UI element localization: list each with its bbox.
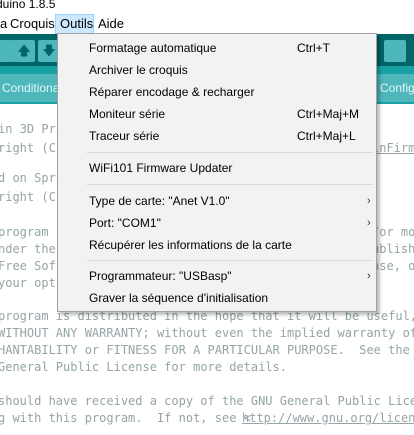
menu-item-archiver-le-croquis[interactable]: Archiver le croquis <box>58 59 376 81</box>
menu-item-recuperer-informations-carte[interactable]: Récupérer les informations de la carte <box>58 234 376 256</box>
code-line-fragment: nse, o <box>372 259 414 273</box>
code-line-fragment: ublish <box>372 242 414 256</box>
menu-item-graver-sequence-initialisation[interactable]: Graver la séquence d'initialisation <box>58 287 376 309</box>
menu-aide[interactable]: Aide <box>94 14 128 34</box>
menu-item-label: Récupérer les informations de la carte <box>89 238 292 252</box>
submenu-arrow-icon: › <box>367 270 371 282</box>
menu-item-label: Réparer encodage & recharger <box>89 85 255 99</box>
submenu-arrow-icon: › <box>367 217 371 229</box>
tab-config[interactable]: Config <box>374 74 414 102</box>
menu-item-label: Archiver le croquis <box>89 63 188 77</box>
menu-item-shortcut: Ctrl+Maj+M <box>297 107 360 121</box>
menu-croquis[interactable]: Croquis <box>6 14 59 34</box>
menu-item-traceur-serie[interactable]: Traceur série Ctrl+Maj+L <box>58 125 376 147</box>
menu-separator <box>87 260 373 261</box>
code-line: WITHOUT ANY WARRANTY; without even the i… <box>0 326 414 340</box>
code-line: g with this program. If not, see < <box>0 411 251 425</box>
menu-item-formatage-automatique[interactable]: Formatage automatique Ctrl+T <box>58 37 376 59</box>
submenu-arrow-icon: › <box>367 195 371 207</box>
menu-separator <box>87 184 373 185</box>
menu-item-label: Traceur série <box>89 129 160 143</box>
menu-separator <box>87 152 373 153</box>
code-line: your opt <box>0 276 56 290</box>
window-title-bar: duino 1.8.5 <box>0 0 414 14</box>
menu-item-label: Moniteur série <box>89 107 166 121</box>
code-line: right (C <box>0 190 56 204</box>
menu-item-reparer-encodage[interactable]: Réparer encodage & recharger <box>58 81 376 103</box>
code-line: in 3D Pri <box>0 122 64 136</box>
code-line: program <box>0 225 49 239</box>
menu-item-moniteur-serie[interactable]: Moniteur série Ctrl+Maj+M <box>58 103 376 125</box>
tab-conditionals[interactable]: Conditiona <box>0 74 64 102</box>
menu-item-shortcut: Ctrl+T <box>297 41 330 55</box>
menu-item-label: Graver la séquence d'initialisation <box>89 291 269 305</box>
menu-item-type-de-carte[interactable]: Type de carte: "Anet V1.0" › <box>58 190 376 212</box>
serial-monitor-button[interactable] <box>384 40 406 62</box>
code-link[interactable]: http://www.gnu.org/licens <box>242 411 414 426</box>
code-line: nder the <box>0 242 56 256</box>
menu-item-wifi101-firmware-updater[interactable]: WiFi101 Firmware Updater <box>58 157 376 179</box>
verify-button[interactable] <box>0 40 14 62</box>
code-link[interactable]: inFirm <box>372 141 414 156</box>
code-line: General Public License for more details. <box>0 360 287 374</box>
code-line: Free Sof <box>0 259 56 273</box>
menu-item-label: Port: "COM1" <box>89 216 161 230</box>
menu-item-port[interactable]: Port: "COM1" › <box>58 212 376 234</box>
menu-item-label: Type de carte: "Anet V1.0" <box>89 194 230 208</box>
menu-item-label: Formatage automatique <box>89 41 217 55</box>
upload-button[interactable]: 🡅 <box>13 40 35 62</box>
save-arrow-icon: 🡇 <box>42 43 56 58</box>
menu-item-programmateur[interactable]: Programmateur: "USBasp" › <box>58 265 376 287</box>
menu-item-label: WiFi101 Firmware Updater <box>89 161 233 175</box>
code-line: d on Spri <box>0 171 64 185</box>
code-line-fragment: /or mo <box>372 225 414 239</box>
outils-dropdown-menu: Formatage automatique Ctrl+T Archiver le… <box>57 33 377 312</box>
code-line: should have received a copy of the GNU G… <box>0 394 414 408</box>
window-title: duino 1.8.5 <box>0 0 56 11</box>
menu-outils[interactable]: Outils <box>55 14 94 34</box>
upload-arrow-icon: 🡅 <box>17 43 31 58</box>
code-line: right (C <box>0 141 56 155</box>
menu-item-label: Programmateur: "USBasp" <box>89 269 232 283</box>
menu-item-shortcut: Ctrl+Maj+L <box>297 129 356 143</box>
code-line: HANTABILITY or FITNESS FOR A PARTICULAR … <box>0 343 410 357</box>
menu-bar: a Croquis Outils Aide <box>0 14 414 34</box>
